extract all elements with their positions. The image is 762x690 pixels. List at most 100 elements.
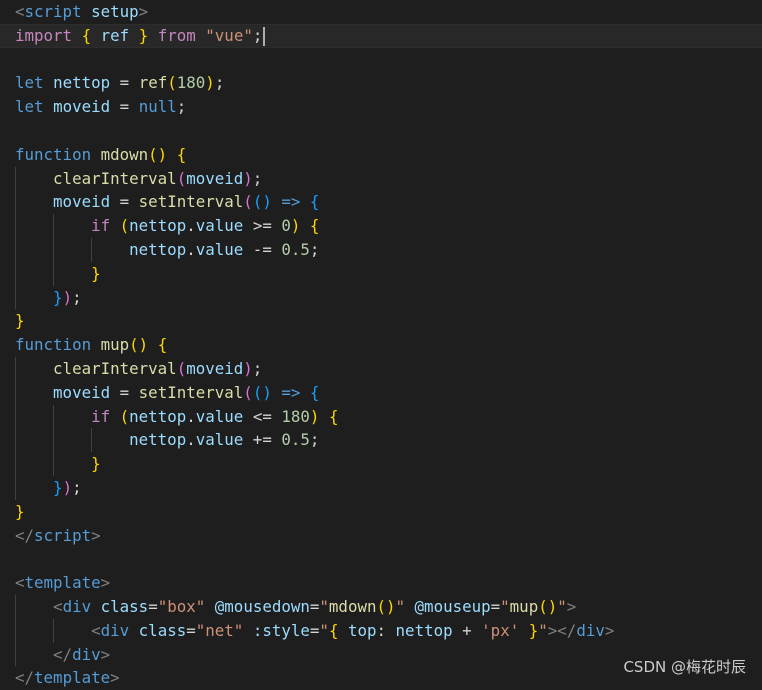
- code-token: "box": [157, 596, 206, 616]
- code-token: (: [243, 382, 253, 402]
- code-editor[interactable]: <script setup> import { ref } from "vue";…: [0, 0, 762, 687]
- code-token: moveid: [53, 382, 111, 402]
- code-line[interactable]: clearInterval(moveid);: [0, 356, 762, 381]
- code-token: ;: [72, 477, 82, 497]
- code-line[interactable]: let nettop = ref(180);: [0, 71, 762, 95]
- code-token: mdown: [100, 144, 149, 164]
- code-token: :: [376, 620, 396, 640]
- code-line[interactable]: let moveid = null;: [0, 95, 762, 119]
- code-line[interactable]: import { ref } from "vue";: [0, 23, 762, 48]
- code-token: {: [309, 192, 320, 212]
- code-token: script: [34, 525, 92, 545]
- code-token: "net": [195, 620, 244, 640]
- indent-guide: [53, 404, 55, 429]
- code-token: }: [15, 501, 25, 521]
- code-token: ": [557, 596, 567, 616]
- code-line[interactable]: <div class="net" :style="{ top: nettop +…: [0, 618, 762, 643]
- code-line[interactable]: function mup() {: [0, 333, 762, 357]
- code-token: null: [138, 97, 177, 117]
- code-token: =: [110, 192, 139, 212]
- code-line[interactable]: </script>: [0, 524, 762, 548]
- indent-guide: [53, 618, 55, 643]
- code-line[interactable]: });: [0, 475, 762, 500]
- code-token: let: [15, 97, 44, 117]
- indent-guide: [15, 356, 16, 381]
- code-token: =: [148, 596, 158, 616]
- indent-guide: [15, 452, 16, 476]
- code-line[interactable]: }: [0, 261, 762, 286]
- code-token: =: [186, 620, 196, 640]
- code-token: >: [138, 2, 149, 21]
- indent-guide: [15, 618, 16, 643]
- code-token: {: [328, 406, 339, 426]
- code-line[interactable]: });: [0, 285, 762, 310]
- indent-guide: [15, 190, 16, 215]
- indent-guide: [15, 642, 16, 667]
- code-line[interactable]: moveid = setInterval(() => {: [0, 190, 762, 215]
- code-token: <: [15, 2, 25, 21]
- code-token: ): [205, 73, 215, 93]
- indent-guide: [15, 404, 16, 429]
- code-token: div: [100, 620, 130, 640]
- code-token: 'px': [481, 620, 520, 640]
- indent-guide: [53, 261, 55, 286]
- code-token: function: [15, 144, 92, 164]
- code-token: ): [290, 216, 301, 236]
- code-token: template: [24, 573, 101, 593]
- text-cursor: [263, 26, 266, 46]
- code-line[interactable]: nettop.value -= 0.5;: [0, 237, 762, 262]
- code-token: clearInterval: [53, 168, 177, 188]
- code-token: div: [576, 620, 605, 640]
- code-line[interactable]: }: [0, 452, 762, 476]
- code-line[interactable]: if (nettop.value <= 180) {: [0, 404, 762, 429]
- code-token: ;: [252, 358, 263, 378]
- code-line[interactable]: }: [0, 309, 762, 333]
- code-line[interactable]: [0, 119, 762, 143]
- code-token: =: [309, 620, 320, 640]
- code-line[interactable]: moveid = setInterval(() => {: [0, 380, 762, 405]
- code-token: setInterval: [138, 382, 244, 402]
- code-token: (: [176, 168, 187, 188]
- code-line[interactable]: <div class="box" @mousedown="mdown()" @m…: [0, 594, 762, 619]
- code-token: =: [110, 382, 139, 402]
- code-token: >: [91, 525, 101, 545]
- indent-guide: [15, 594, 16, 619]
- indent-guide: [15, 237, 16, 262]
- code-token: (): [148, 144, 168, 164]
- code-token: ): [309, 406, 320, 426]
- code-token: +: [452, 620, 482, 640]
- code-token: function: [15, 335, 92, 355]
- code-line[interactable]: [0, 547, 762, 571]
- code-token: top: [347, 620, 377, 640]
- code-line[interactable]: <template>: [0, 571, 762, 595]
- indent-guide: [53, 428, 55, 453]
- code-line[interactable]: nettop.value += 0.5;: [0, 428, 762, 453]
- indent-guide: [15, 166, 16, 191]
- indent-guide: [15, 285, 16, 310]
- code-line[interactable]: [0, 48, 762, 72]
- code-token: if: [91, 216, 111, 236]
- indent-guide: [15, 214, 16, 238]
- indent-guide: [53, 452, 55, 476]
- code-line[interactable]: function mdown() {: [0, 143, 762, 167]
- code-line[interactable]: <script setup>: [0, 0, 762, 24]
- code-token: ;: [252, 25, 263, 45]
- code-line[interactable]: if (nettop.value >= 0) {: [0, 214, 762, 238]
- code-line[interactable]: clearInterval(moveid);: [0, 166, 762, 191]
- code-line[interactable]: }: [0, 500, 762, 524]
- indent-guide: [15, 475, 16, 500]
